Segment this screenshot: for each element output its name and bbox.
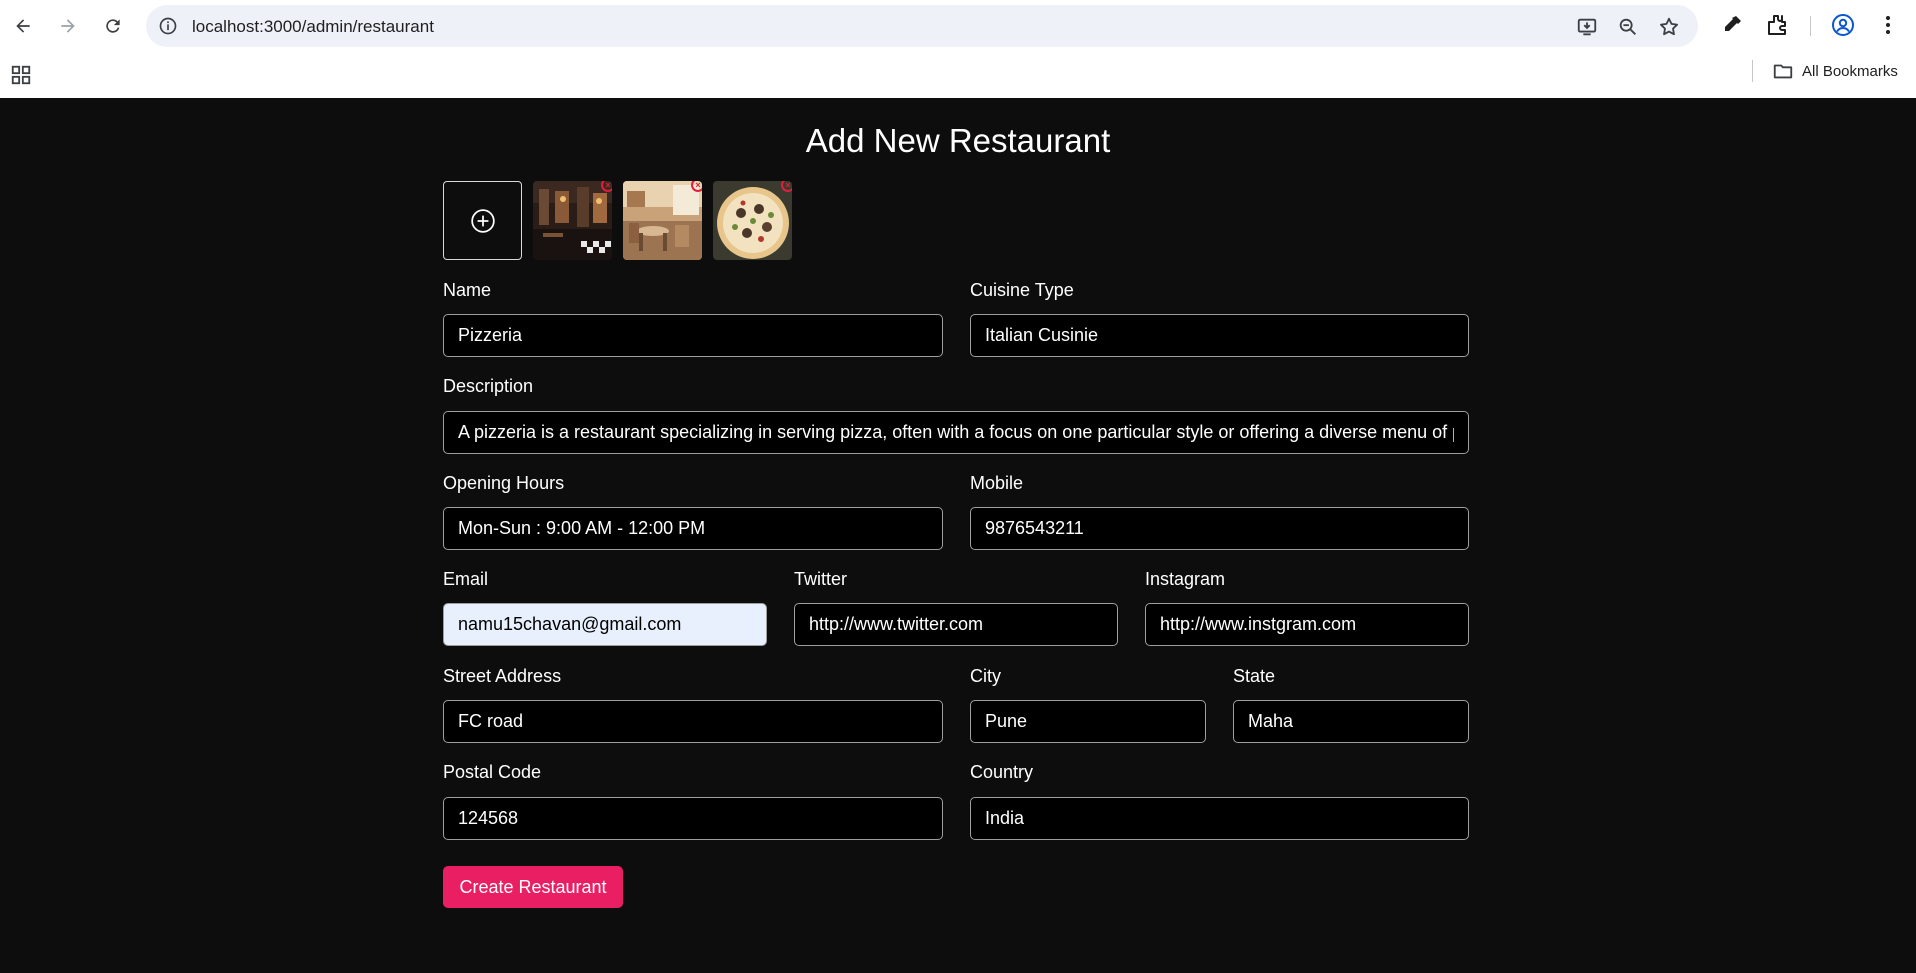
toolbar-divider bbox=[1810, 16, 1811, 36]
restaurant-interior-image bbox=[533, 181, 612, 260]
city-input[interactable] bbox=[970, 700, 1206, 743]
state-label: State bbox=[1233, 666, 1276, 686]
postal-code-label: Postal Code bbox=[443, 762, 542, 782]
street-label: Street Address bbox=[443, 666, 562, 686]
eyedropper-icon[interactable] bbox=[1720, 13, 1744, 37]
instagram-input[interactable] bbox=[1145, 603, 1469, 646]
cuisine-input[interactable] bbox=[970, 314, 1469, 357]
city-label: City bbox=[970, 666, 1001, 686]
street-input[interactable] bbox=[443, 700, 943, 743]
postal-code-input[interactable] bbox=[443, 797, 943, 840]
plus-circle-icon bbox=[470, 208, 495, 233]
remove-image-button[interactable]: × bbox=[601, 181, 612, 192]
browser-toolbar: localhost:3000/admin/restaurant bbox=[0, 0, 1916, 52]
mobile-label: Mobile bbox=[970, 473, 1024, 493]
folder-icon bbox=[1773, 64, 1793, 79]
bookmarks-divider bbox=[1752, 60, 1753, 82]
country-input[interactable] bbox=[970, 797, 1469, 840]
name-label: Name bbox=[443, 280, 492, 300]
image-thumbnail: × bbox=[623, 181, 702, 260]
all-bookmarks-label: All Bookmarks bbox=[1802, 62, 1898, 80]
all-bookmarks-button[interactable]: All Bookmarks bbox=[1772, 60, 1898, 82]
description-label: Description bbox=[443, 376, 534, 396]
cuisine-label: Cuisine Type bbox=[970, 280, 1074, 300]
url-text: localhost:3000/admin/restaurant bbox=[192, 17, 434, 36]
pizza-image bbox=[713, 181, 792, 260]
install-app-icon[interactable] bbox=[1576, 16, 1598, 38]
zoom-icon[interactable] bbox=[1617, 16, 1639, 38]
mobile-input[interactable] bbox=[970, 507, 1469, 550]
back-button[interactable] bbox=[8, 11, 38, 41]
email-input[interactable] bbox=[443, 603, 767, 646]
bookmarks-bar bbox=[0, 52, 1916, 98]
browser-chrome: localhost:3000/admin/restaurant All Book… bbox=[0, 0, 1916, 98]
create-restaurant-button[interactable]: Create Restaurant bbox=[443, 866, 623, 908]
extensions-icon[interactable] bbox=[1765, 13, 1789, 37]
twitter-input[interactable] bbox=[794, 603, 1118, 646]
address-bar[interactable]: localhost:3000/admin/restaurant bbox=[146, 5, 1698, 47]
profile-icon[interactable] bbox=[1831, 13, 1855, 37]
twitter-label: Twitter bbox=[794, 569, 848, 589]
reload-icon bbox=[106, 19, 120, 33]
more-menu-icon[interactable] bbox=[1876, 13, 1900, 37]
opening-hours-label: Opening Hours bbox=[443, 473, 565, 493]
image-thumbnail: × bbox=[713, 181, 792, 260]
bookmark-star-icon[interactable] bbox=[1658, 16, 1680, 38]
remove-image-button[interactable]: × bbox=[781, 181, 792, 192]
arrow-left-icon bbox=[16, 19, 30, 33]
arrow-right-icon bbox=[61, 19, 75, 33]
state-input[interactable] bbox=[1233, 700, 1469, 743]
opening-hours-input[interactable] bbox=[443, 507, 943, 550]
forward-button[interactable] bbox=[53, 11, 83, 41]
reload-button[interactable] bbox=[98, 11, 128, 41]
page-title: Add New Restaurant bbox=[805, 122, 1111, 159]
description-input[interactable] bbox=[443, 411, 1469, 454]
instagram-label: Instagram bbox=[1145, 569, 1226, 589]
email-label: Email bbox=[443, 569, 489, 589]
country-label: Country bbox=[970, 762, 1034, 782]
remove-image-button[interactable]: × bbox=[691, 181, 702, 192]
name-input[interactable] bbox=[443, 314, 943, 357]
image-thumbnail: × bbox=[533, 181, 612, 260]
apps-grid-icon[interactable] bbox=[10, 64, 32, 86]
page-content: Add New Restaurant × × × Name Pizzeria C… bbox=[0, 98, 1916, 973]
add-image-button[interactable] bbox=[443, 181, 522, 260]
restaurant-dining-image bbox=[623, 181, 702, 260]
info-icon[interactable] bbox=[158, 16, 178, 36]
